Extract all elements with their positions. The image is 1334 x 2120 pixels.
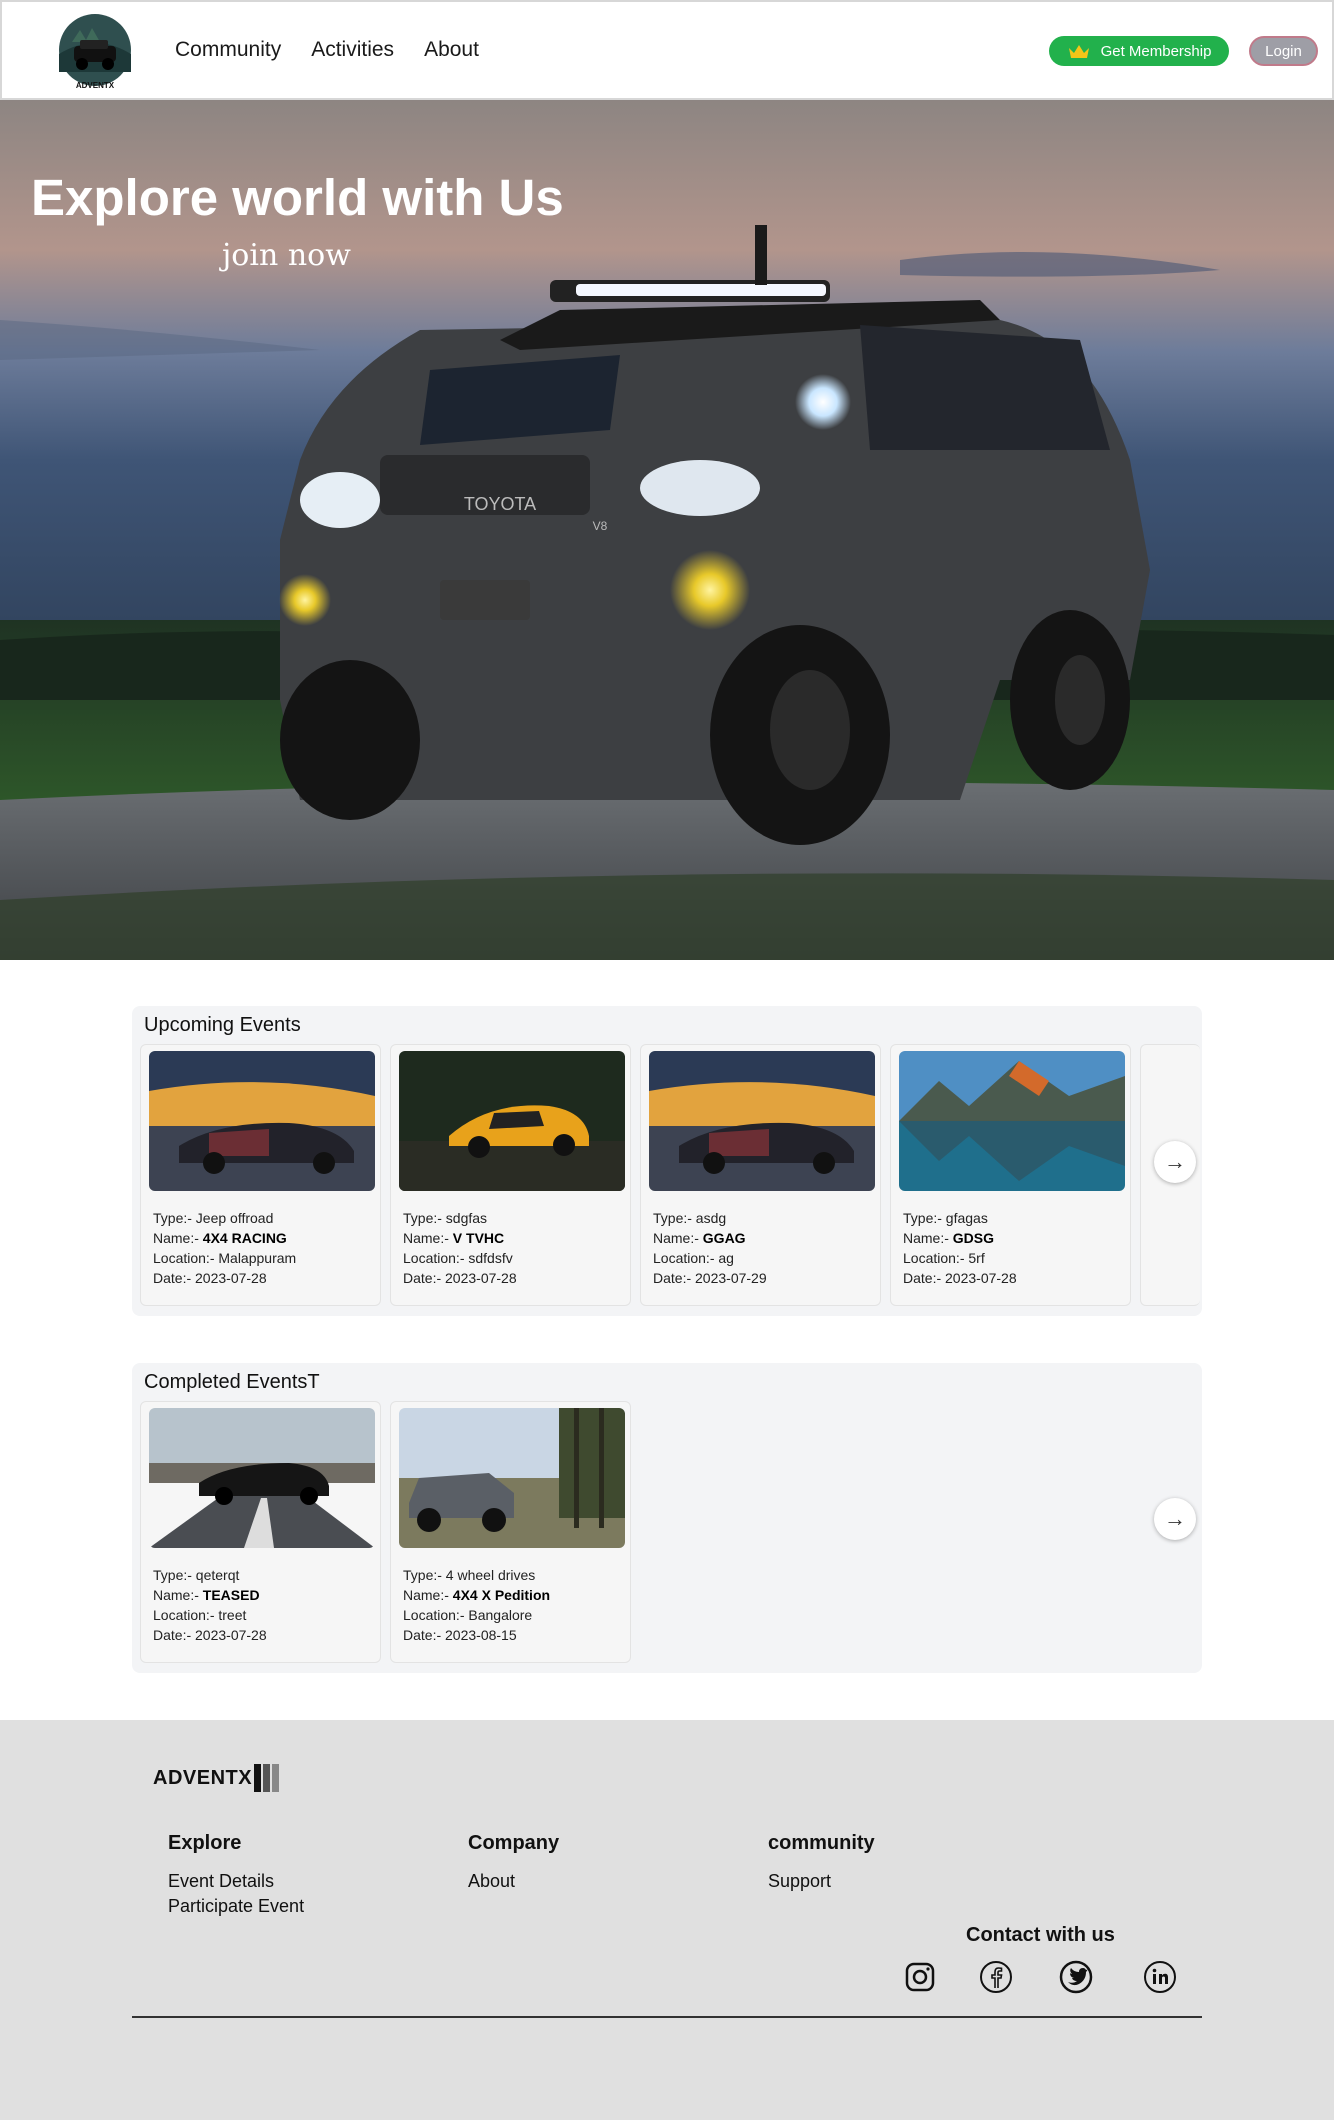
next-arrow-button[interactable]: → xyxy=(1154,1141,1196,1183)
nav-link-about[interactable]: About xyxy=(424,38,479,62)
car-engine-badge: V8 xyxy=(593,519,608,533)
hero-title: Explore world with Us xyxy=(31,169,564,226)
event-card[interactable]: Type:- qeterqt Name:- TEASED Location:- … xyxy=(140,1401,381,1663)
event-type: sdgfas xyxy=(445,1210,488,1226)
login-label: Login xyxy=(1265,42,1302,60)
car-badge: TOYOTA xyxy=(464,494,536,514)
event-type: 4 wheel drives xyxy=(445,1567,536,1583)
event-location: Malappuram xyxy=(218,1250,297,1266)
event-location: 5rf xyxy=(968,1250,985,1266)
crown-icon xyxy=(1068,45,1089,58)
event-card[interactable]: Type:- asdg Name:- GGAG Location:- ag Da… xyxy=(640,1044,881,1306)
linkedin-icon[interactable] xyxy=(1143,1960,1177,1994)
footer-column-community: community Support xyxy=(768,1832,875,1894)
nav-link-community[interactable]: Community xyxy=(175,38,281,62)
event-name: GDSG xyxy=(952,1230,995,1246)
arrow-right-icon: → xyxy=(1164,1506,1186,1531)
twitter-icon[interactable] xyxy=(1059,1960,1093,1994)
next-arrow-button[interactable]: → xyxy=(1154,1498,1196,1540)
footer: ADVENTX Explore Event Details Participat… xyxy=(0,1720,1334,2120)
footer-link-about[interactable]: About xyxy=(468,1869,559,1894)
event-date: 2023-07-28 xyxy=(945,1270,1017,1286)
event-info: Type:- gfagas Name:- GDSG Location:- 5rf… xyxy=(903,1210,1017,1286)
upcoming-events-section: Upcoming Events Type:- Jeep offroad Name… xyxy=(132,1006,1202,1316)
footer-logo[interactable]: ADVENTX xyxy=(153,1762,282,1794)
event-type: gfagas xyxy=(945,1210,988,1226)
event-info: Type:- sdgfas Name:- V TVHC Location:- s… xyxy=(403,1210,517,1286)
event-image-yellow-sportscar xyxy=(399,1051,625,1191)
top-navbar: ADVENTX Community Activities About Get M… xyxy=(0,0,1334,100)
join-now-link[interactable]: join now xyxy=(222,238,351,273)
nav-links: Community Activities About xyxy=(175,38,479,62)
event-type: asdg xyxy=(695,1210,727,1226)
event-name: 4X4 X Pedition xyxy=(452,1587,551,1603)
event-location: sdfdsfv xyxy=(468,1250,513,1266)
footer-link-support[interactable]: Support xyxy=(768,1869,875,1894)
footer-logo-text: ADVENTX xyxy=(153,1766,253,1789)
event-image-dark-sportscar xyxy=(649,1051,875,1191)
event-card[interactable]: Type:- sdgfas Name:- V TVHC Location:- s… xyxy=(390,1044,631,1306)
event-info: Type:- asdg Name:- GGAG Location:- ag Da… xyxy=(653,1210,767,1286)
footer-link-participate-event[interactable]: Participate Event xyxy=(168,1894,304,1919)
event-image-black-muscle-car xyxy=(149,1408,375,1548)
event-date: 2023-07-28 xyxy=(195,1270,267,1286)
nav-link-activities[interactable]: Activities xyxy=(311,38,394,62)
event-type: Jeep offroad xyxy=(195,1210,274,1226)
event-date: 2023-07-29 xyxy=(695,1270,767,1286)
event-card[interactable]: Type:- 4 wheel drives Name:- 4X4 X Pedit… xyxy=(390,1401,631,1663)
footer-heading: Explore xyxy=(168,1832,242,1854)
footer-link-event-details[interactable]: Event Details xyxy=(168,1869,304,1894)
hero-banner: TOYOTA V8 Explore world with Us join now xyxy=(0,100,1334,960)
get-membership-label: Get Membership xyxy=(1100,42,1212,60)
event-info: Type:- Jeep offroad Name:- 4X4 RACING Lo… xyxy=(153,1210,297,1286)
section-title: Upcoming Events xyxy=(144,1014,301,1036)
event-card[interactable]: Type:- Jeep offroad Name:- 4X4 RACING Lo… xyxy=(140,1044,381,1306)
svg-text:ADVENTX: ADVENTX xyxy=(76,81,115,90)
completed-events-section: Completed EventsT Type:- qeterqt Name:- … xyxy=(132,1363,1202,1673)
get-membership-button[interactable]: Get Membership xyxy=(1049,36,1229,66)
event-image-suv-offroad xyxy=(399,1408,625,1548)
event-card[interactable]: Type:- gfagas Name:- GDSG Location:- 5rf… xyxy=(890,1044,1131,1306)
section-title: Completed EventsT xyxy=(144,1371,320,1393)
arrow-right-icon: → xyxy=(1164,1149,1186,1174)
event-name: V TVHC xyxy=(452,1230,505,1246)
facebook-icon[interactable] xyxy=(979,1960,1013,1994)
event-image-mountain-lake xyxy=(899,1051,1125,1191)
event-image-dark-sportscar xyxy=(149,1051,375,1191)
event-location: ag xyxy=(718,1250,734,1266)
logo-bars-icon xyxy=(254,1764,280,1792)
event-info: Type:- qeterqt Name:- TEASED Location:- … xyxy=(153,1567,267,1643)
event-date: 2023-07-28 xyxy=(445,1270,517,1286)
event-type: qeterqt xyxy=(195,1567,240,1583)
footer-heading: Company xyxy=(468,1832,560,1854)
event-info: Type:- 4 wheel drives Name:- 4X4 X Pedit… xyxy=(403,1567,551,1643)
footer-column-company: Company About xyxy=(468,1832,559,1894)
event-name: 4X4 RACING xyxy=(202,1230,287,1246)
footer-heading: community xyxy=(768,1832,875,1854)
event-date: 2023-08-15 xyxy=(445,1627,517,1643)
adventx-logo[interactable]: ADVENTX xyxy=(54,12,136,94)
event-location: treet xyxy=(218,1607,247,1623)
instagram-icon[interactable] xyxy=(903,1960,937,1994)
contact-title: Contact with us xyxy=(966,1924,1115,1946)
hero-image: TOYOTA V8 xyxy=(0,100,1334,960)
footer-divider xyxy=(132,2016,1202,2018)
event-date: 2023-07-28 xyxy=(195,1627,267,1643)
login-button[interactable]: Login xyxy=(1249,36,1318,66)
footer-column-explore: Explore Event Details Participate Event xyxy=(168,1832,304,1919)
event-name: TEASED xyxy=(202,1587,260,1603)
event-name: GGAG xyxy=(702,1230,746,1246)
event-location: Bangalore xyxy=(468,1607,533,1623)
